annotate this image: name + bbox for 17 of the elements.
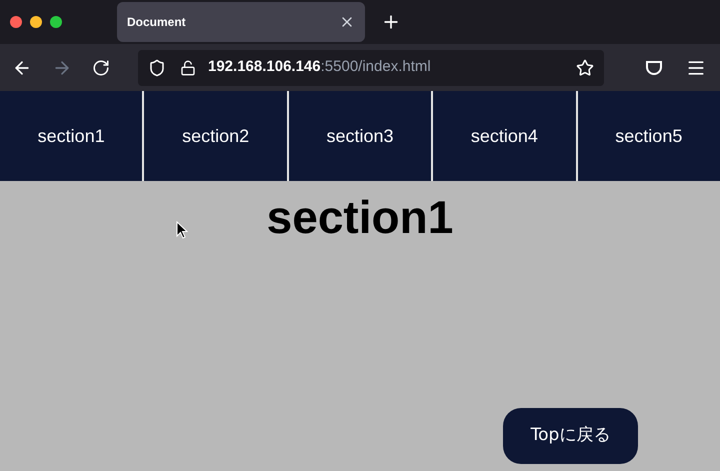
nav-link[interactable]: section4 <box>431 91 576 181</box>
url-text: 192.168.106.146:5500/index.html <box>208 57 431 78</box>
nav-link[interactable]: section1 <box>0 91 142 181</box>
pocket-icon[interactable] <box>646 60 662 74</box>
address-bar[interactable]: 192.168.106.146:5500/index.html <box>138 50 604 86</box>
shield-icon[interactable] <box>148 58 166 76</box>
reload-icon[interactable] <box>92 58 110 76</box>
section-heading: section1 <box>266 194 454 240</box>
browser-tab[interactable]: Document <box>117 2 365 42</box>
nav-link[interactable]: section5 <box>576 91 720 181</box>
nav-link[interactable]: section3 <box>286 91 432 181</box>
mouse-cursor-icon <box>176 221 188 239</box>
tab-title: Document <box>127 14 186 31</box>
nav-link[interactable]: section2 <box>142 91 287 181</box>
insecure-lock-icon[interactable] <box>180 60 196 76</box>
bookmark-star-icon[interactable] <box>576 58 594 76</box>
back-to-top-button[interactable]: Topに戻る <box>503 408 638 464</box>
